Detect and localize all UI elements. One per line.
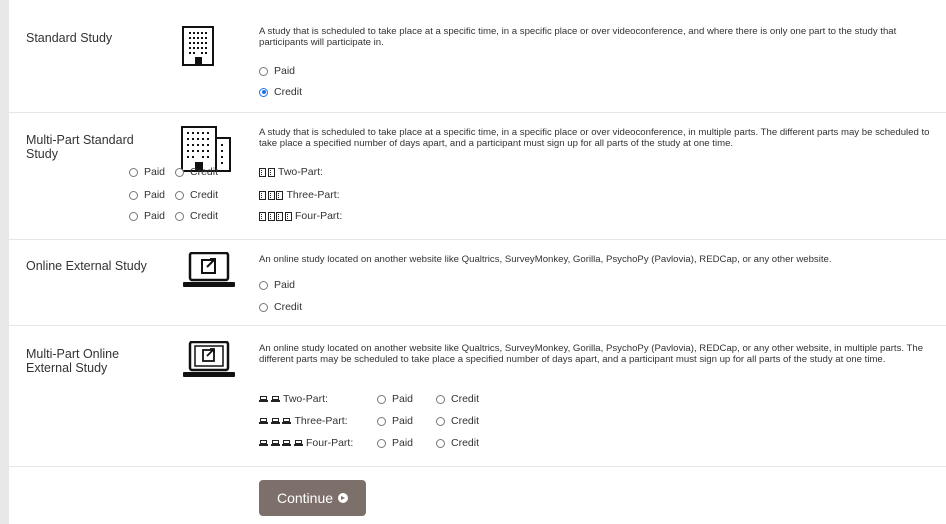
mini-laptop-icon xyxy=(293,440,303,446)
radio-label: Paid xyxy=(274,65,296,77)
mini-laptop-icon xyxy=(282,440,291,446)
mini-building-icon xyxy=(267,190,275,200)
radio-option-paid[interactable]: Paid xyxy=(129,166,165,178)
mini-laptop-icon xyxy=(270,418,280,424)
mini-building-icon xyxy=(267,167,275,177)
radio-button[interactable] xyxy=(129,211,138,221)
radio-label: Paid xyxy=(392,415,414,427)
radio-option-credit[interactable]: Credit xyxy=(436,415,479,427)
mini-building-icon xyxy=(276,211,283,221)
radio-label: Credit xyxy=(274,301,303,313)
radio-button[interactable] xyxy=(129,167,138,177)
part-label: Three-Part: xyxy=(286,189,340,201)
mini-building-icon xyxy=(259,190,266,200)
part-label: Two-Part: xyxy=(278,166,323,178)
radio-option-credit[interactable]: Credit xyxy=(175,189,218,201)
part-option-four: Four-Part: xyxy=(259,437,353,449)
radio-button-selected[interactable] xyxy=(259,87,268,97)
part-label: Four-Part: xyxy=(295,210,343,222)
mini-building-icon xyxy=(267,211,275,221)
radio-label: Credit xyxy=(451,393,480,405)
radio-label: Credit xyxy=(190,210,219,222)
radio-button[interactable] xyxy=(377,438,386,448)
mini-laptop-icon xyxy=(270,396,280,402)
part-option-three: Three-Part: xyxy=(259,415,348,427)
radio-label: Credit xyxy=(190,189,219,201)
radio-option-paid[interactable]: Paid xyxy=(377,393,413,405)
radio-label: Paid xyxy=(392,393,414,405)
radio-option-paid[interactable]: Paid xyxy=(129,210,165,222)
part-label: Four-Part: xyxy=(306,437,354,449)
continue-button[interactable]: Continue xyxy=(259,480,366,516)
radio-label: Credit xyxy=(190,166,219,178)
radio-option-paid[interactable]: Paid xyxy=(377,437,413,449)
radio-button[interactable] xyxy=(175,167,184,177)
radio-option-credit[interactable]: Credit xyxy=(175,166,218,178)
radio-option-credit[interactable]: Credit xyxy=(436,393,479,405)
study-type-row-multipart-standard: Multi-Part Standard Study A study that i… xyxy=(9,113,946,240)
radio-button[interactable] xyxy=(377,416,386,426)
laptop-external-link-icon xyxy=(181,251,237,293)
study-type-label: Multi-Part Online External Study xyxy=(26,347,120,375)
radio-button[interactable] xyxy=(129,190,138,200)
radio-button[interactable] xyxy=(175,211,184,221)
study-type-description: A study that is scheduled to take place … xyxy=(259,26,897,48)
radio-button[interactable] xyxy=(259,302,268,312)
radio-label: Credit xyxy=(451,415,480,427)
radio-label: Paid xyxy=(144,166,166,178)
radio-button[interactable] xyxy=(377,394,386,404)
radio-button[interactable] xyxy=(436,438,445,448)
mini-building-icon xyxy=(284,211,292,221)
part-option-three: Three-Part: xyxy=(259,189,340,201)
radio-label: Paid xyxy=(144,210,166,222)
part-label: Three-Part: xyxy=(294,415,348,427)
radio-label: Paid xyxy=(274,279,296,291)
radio-button[interactable] xyxy=(259,66,268,76)
study-type-label: Multi-Part Standard Study xyxy=(26,133,134,161)
mini-building-icon xyxy=(276,190,283,200)
laptops-external-link-icon xyxy=(181,340,237,386)
study-type-row-standard: Standard Study A study that is scheduled… xyxy=(9,0,946,113)
part-option-two: Two-Part: xyxy=(259,393,328,405)
radio-label: Paid xyxy=(144,189,166,201)
study-type-description: A study that is scheduled to take place … xyxy=(259,127,930,149)
radio-button[interactable] xyxy=(259,280,268,290)
radio-label: Credit xyxy=(274,86,303,98)
radio-option-paid[interactable]: Paid xyxy=(129,189,165,201)
radio-option-credit[interactable]: Credit xyxy=(259,86,302,98)
mini-laptop-icon xyxy=(259,440,268,446)
radio-option-paid[interactable]: Paid xyxy=(259,65,295,77)
radio-option-credit[interactable]: Credit xyxy=(259,301,302,313)
study-type-row-online-external: Online External Study An online study lo… xyxy=(9,240,946,326)
radio-button[interactable] xyxy=(175,190,184,200)
radio-option-paid[interactable]: Paid xyxy=(259,279,295,291)
study-type-description: An online study located on another websi… xyxy=(259,343,924,365)
radio-label: Paid xyxy=(392,437,414,449)
mini-laptop-icon xyxy=(259,396,268,402)
study-type-label: Online External Study xyxy=(26,259,147,273)
mini-laptop-icon xyxy=(270,440,280,446)
part-option-two: Two-Part: xyxy=(259,166,323,178)
radio-option-credit[interactable]: Credit xyxy=(175,210,218,222)
continue-label: Continue xyxy=(276,490,334,506)
study-type-description: An online study located on another websi… xyxy=(259,254,832,265)
mini-laptop-icon xyxy=(282,418,291,424)
radio-button[interactable] xyxy=(436,394,445,404)
radio-option-paid[interactable]: Paid xyxy=(377,415,413,427)
building-icon xyxy=(182,26,214,71)
chevron-right-circle-icon xyxy=(338,493,349,503)
radio-label: Credit xyxy=(451,437,480,449)
radio-option-credit[interactable]: Credit xyxy=(436,437,479,449)
mini-building-icon xyxy=(259,167,266,177)
mini-laptop-icon xyxy=(259,418,268,424)
part-label: Two-Part: xyxy=(283,393,328,405)
study-type-row-multipart-online-external: Multi-Part Online External Study An onli… xyxy=(9,326,946,467)
left-panel-edge xyxy=(0,0,9,524)
mini-building-icon xyxy=(259,211,266,221)
part-option-four: Four-Part: xyxy=(259,210,342,222)
radio-button[interactable] xyxy=(436,416,445,426)
study-type-label: Standard Study xyxy=(26,31,113,45)
